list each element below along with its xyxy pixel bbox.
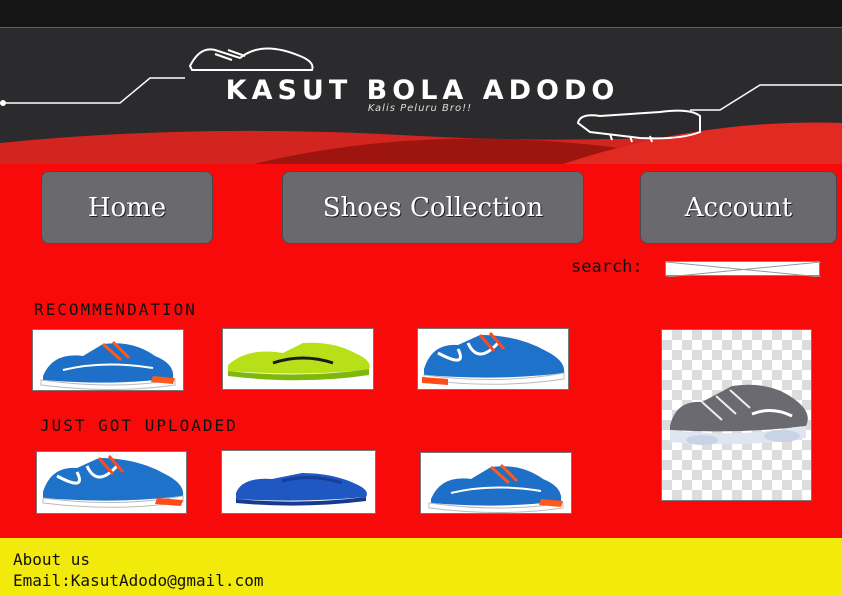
blue-orange-running-shoe-icon <box>40 340 176 390</box>
blue-orange-running-shoe-icon <box>428 463 564 513</box>
brand-title: KASUT BOLA ADODO <box>225 75 620 106</box>
featured-product-card[interactable] <box>661 329 812 501</box>
search-label: search: <box>571 257 643 277</box>
nav-home-button[interactable]: Home <box>41 171 213 244</box>
footer: About us Email:KasutAdodo@gmail.com <box>0 538 842 596</box>
product-card[interactable] <box>417 328 569 390</box>
top-strip <box>0 0 842 27</box>
product-card[interactable] <box>420 452 572 514</box>
product-card[interactable] <box>221 450 376 514</box>
boot-outline-icon <box>576 109 701 143</box>
broken-image-icon <box>666 262 821 277</box>
nav-shoes-collection-button[interactable]: Shoes Collection <box>282 171 584 244</box>
about-us-link[interactable]: About us <box>13 550 90 569</box>
main-content: Home Shoes Collection Account search: RE… <box>0 164 842 538</box>
grey-knit-running-shoe-icon <box>670 384 808 445</box>
contact-email: Email:KasutAdodo@gmail.com <box>13 571 264 590</box>
recommendation-heading: RECOMMENDATION <box>34 300 197 319</box>
nav-account-button[interactable]: Account <box>640 171 837 244</box>
product-card[interactable] <box>222 328 374 390</box>
lime-green-running-shoe-icon <box>228 342 370 381</box>
brand-slogan: Kalis Peluru Bro!! <box>367 103 473 114</box>
blue-white-running-shoe-icon <box>42 455 184 508</box>
search-input[interactable] <box>665 261 821 277</box>
product-card[interactable] <box>32 329 184 391</box>
product-card[interactable] <box>36 451 187 514</box>
uploaded-heading: JUST GOT UPLOADED <box>40 416 238 435</box>
blue-low-shoe-icon <box>236 473 367 506</box>
header-banner: KASUT BOLA ADODO Kalis Peluru Bro!! <box>0 27 842 164</box>
shoe-outline-icon <box>188 47 314 71</box>
blue-white-running-shoe-icon <box>422 332 565 385</box>
